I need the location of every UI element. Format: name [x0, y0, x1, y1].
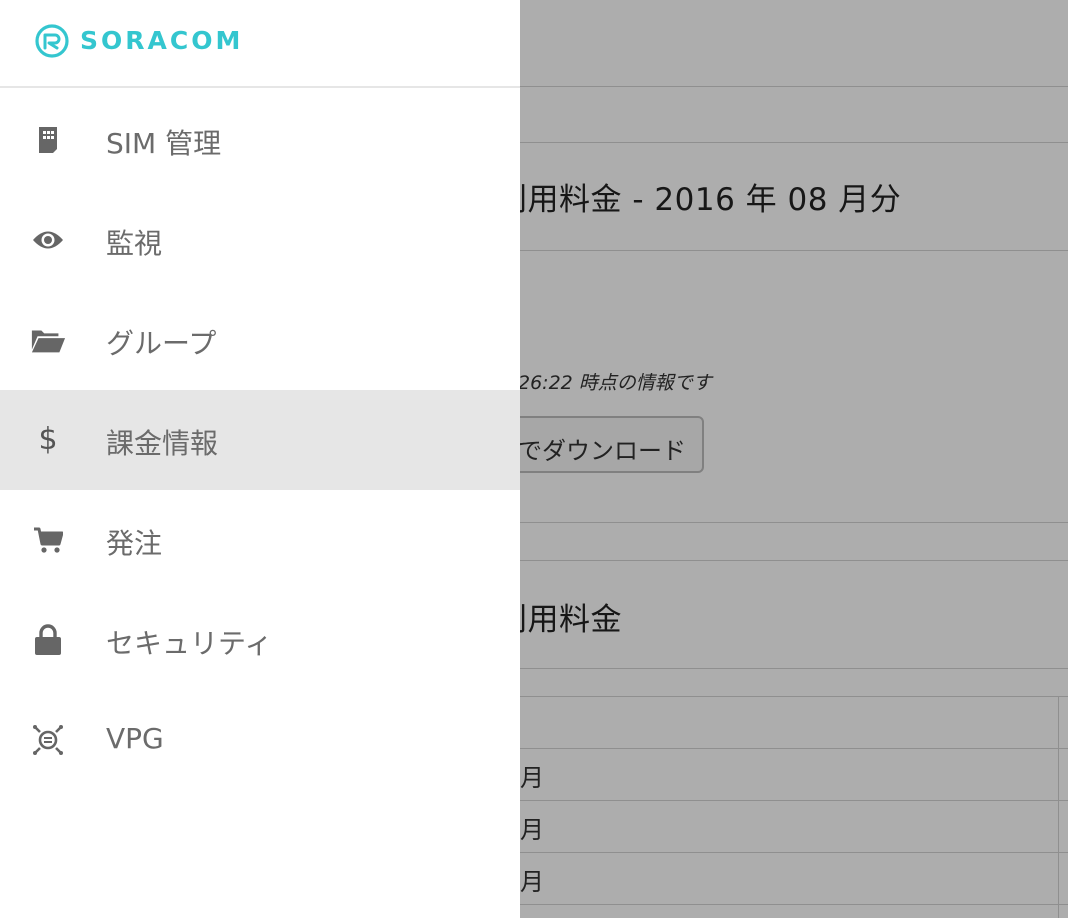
sidebar-item-label: SIM 管理 [106, 127, 222, 160]
sidebar-item-billing[interactable]: $ 課金情報 [0, 390, 520, 490]
cart-icon [30, 522, 66, 558]
sidebar-item-label: VPG [106, 722, 164, 755]
sidebar-item-vpg[interactable]: VPG [0, 690, 520, 790]
sidebar-item-label: 課金情報 [106, 427, 219, 460]
soracom-logo-icon[interactable] [34, 23, 70, 59]
dollar-icon: $ [38, 422, 58, 457]
brand-header: SORACOM [0, 0, 520, 88]
sidebar-item-monitoring[interactable]: 監視 [0, 190, 520, 290]
sidebar-item-label: セキュリティ [106, 627, 273, 660]
sidebar-item-label: 監視 [106, 227, 163, 260]
sidebar-item-sim-management[interactable]: SIM 管理 [0, 90, 520, 190]
sidebar-item-label: 発注 [106, 527, 163, 560]
navigation-drawer: SORACOM SIM 管理 監視 グループ $ 課金情報 発注 セキュリティ … [0, 0, 520, 918]
sidebar-item-groups[interactable]: グループ [0, 290, 520, 390]
folder-open-icon [30, 322, 66, 358]
lock-icon [30, 622, 66, 658]
sim-card-icon [30, 122, 66, 158]
sidebar-item-label: グループ [106, 327, 217, 360]
sidebar-item-security[interactable]: セキュリティ [0, 590, 520, 690]
sidebar-item-order[interactable]: 発注 [0, 490, 520, 590]
vpg-icon [30, 722, 66, 758]
eye-icon [30, 222, 66, 258]
sidebar-nav: SIM 管理 監視 グループ $ 課金情報 発注 セキュリティ VPG [0, 90, 520, 790]
brand-name[interactable]: SORACOM [80, 26, 243, 55]
